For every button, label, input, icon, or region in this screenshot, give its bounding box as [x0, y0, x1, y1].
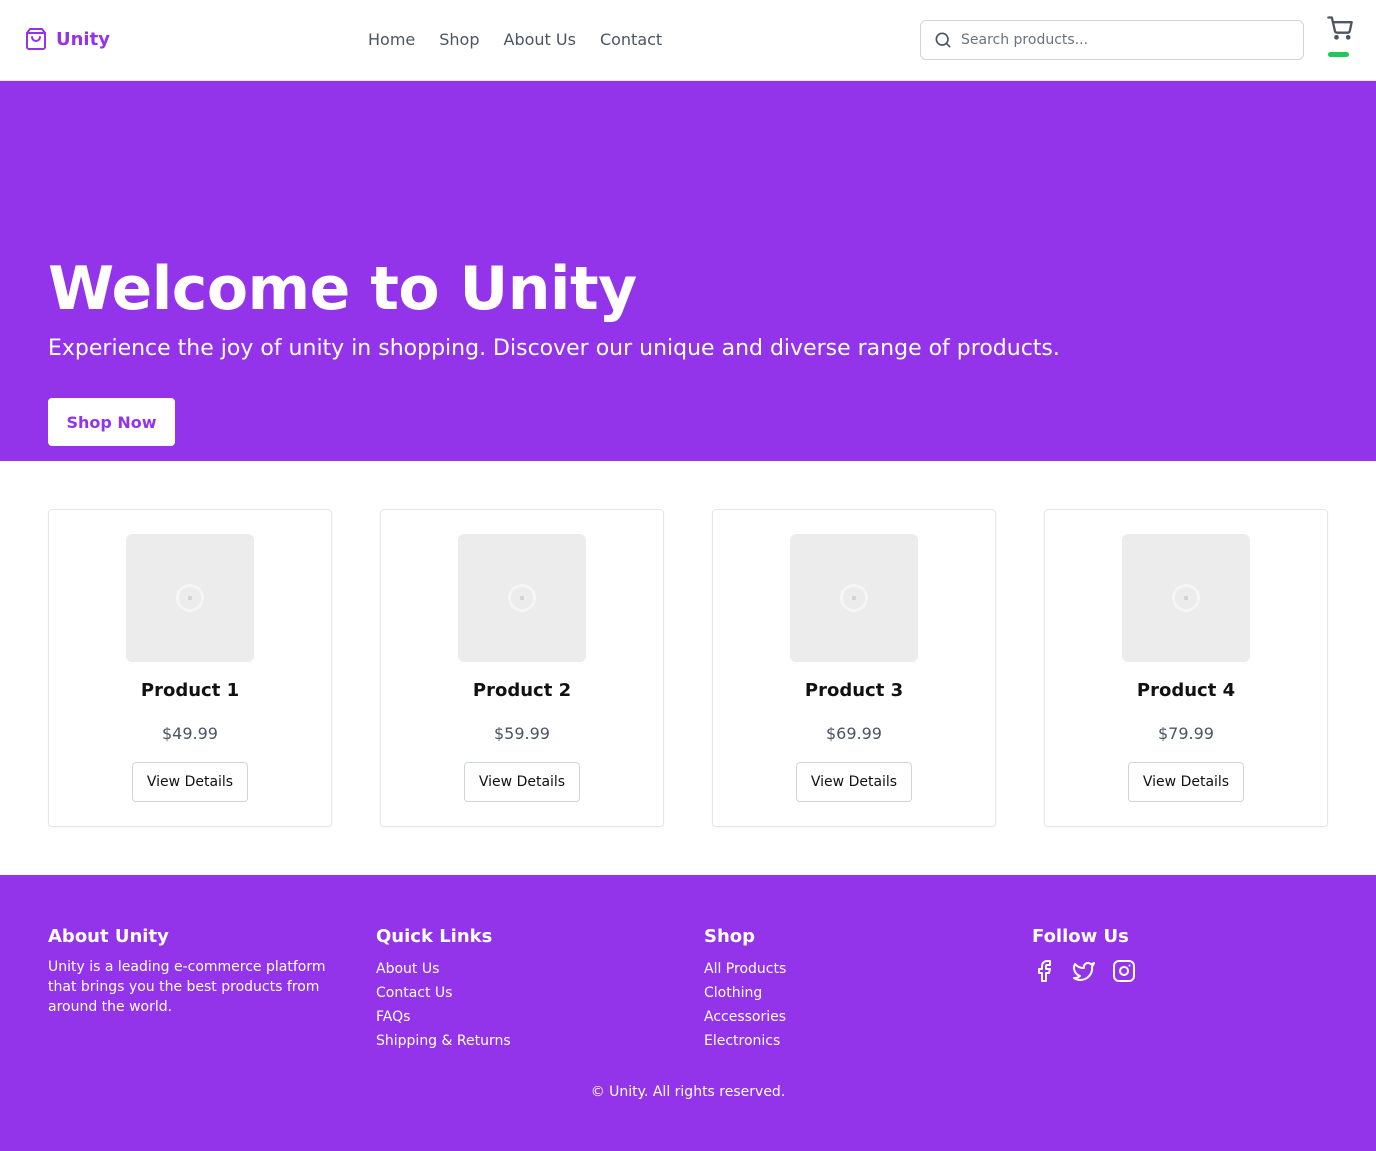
hero-subtitle: Experience the joy of unity in shopping.…	[48, 336, 1060, 361]
product-card: Product 4 $79.99 View Details	[1044, 509, 1328, 827]
shop-now-button[interactable]: Shop Now	[48, 398, 175, 446]
search-box	[920, 20, 1304, 60]
cart-icon	[1327, 16, 1353, 40]
footer-about: About Unity Unity is a leading e-commerc…	[48, 926, 344, 1017]
facebook-icon[interactable]	[1032, 959, 1056, 983]
product-name: Product 1	[140, 680, 240, 701]
product-price: $59.99	[494, 724, 550, 743]
product-image	[1122, 534, 1250, 662]
product-card: Product 2 $59.99 View Details	[380, 509, 664, 827]
view-details-button[interactable]: View Details	[132, 762, 248, 802]
nav-shop[interactable]: Shop	[439, 30, 479, 49]
footer-link-electronics[interactable]: Electronics	[704, 1033, 780, 1049]
search-input[interactable]	[961, 32, 1281, 48]
footer-link-about-us[interactable]: About Us	[376, 961, 439, 977]
brand-logo[interactable]: Unity	[24, 27, 110, 51]
footer-about-text: Unity is a leading e-commerce platform t…	[48, 959, 326, 1015]
footer-shop: Shop All Products Clothing Accessories E…	[704, 926, 786, 1053]
view-details-button[interactable]: View Details	[796, 762, 912, 802]
product-image	[126, 534, 254, 662]
search-icon	[935, 32, 951, 48]
footer-link-faqs[interactable]: FAQs	[376, 1009, 410, 1025]
social-links	[1032, 959, 1136, 983]
product-grid: Product 1 $49.99 View Details Product 2 …	[0, 461, 1376, 875]
loading-icon	[176, 584, 204, 612]
product-card: Product 1 $49.99 View Details	[48, 509, 332, 827]
instagram-icon[interactable]	[1112, 959, 1136, 983]
loading-icon	[1172, 584, 1200, 612]
view-details-button[interactable]: View Details	[1128, 762, 1244, 802]
cart-indicator	[1328, 52, 1349, 57]
product-name: Product 2	[472, 680, 572, 701]
loading-icon	[840, 584, 868, 612]
footer-quick-links-title: Quick Links	[376, 926, 493, 947]
hero-section: Welcome to Unity Experience the joy of u…	[0, 81, 1376, 461]
main-nav: Home Shop About Us Contact	[368, 30, 662, 49]
product-name: Product 3	[804, 680, 904, 701]
footer-follow-title: Follow Us	[1032, 926, 1129, 947]
product-price: $79.99	[1158, 724, 1214, 743]
view-details-button[interactable]: View Details	[464, 762, 580, 802]
site-footer: About Unity Unity is a leading e-commerc…	[0, 875, 1376, 1151]
footer-link-accessories[interactable]: Accessories	[704, 1009, 786, 1025]
product-image	[790, 534, 918, 662]
nav-home[interactable]: Home	[368, 30, 415, 49]
nav-contact[interactable]: Contact	[600, 30, 662, 49]
cart-button[interactable]	[1326, 14, 1354, 42]
product-name: Product 4	[1136, 680, 1236, 701]
footer-shop-title: Shop	[704, 926, 756, 947]
shopping-bag-icon	[26, 28, 46, 50]
footer-follow: Follow Us	[1032, 926, 1136, 983]
loading-icon	[508, 584, 536, 612]
product-price: $69.99	[826, 724, 882, 743]
footer-quick-links: Quick Links About Us Contact Us FAQs Shi…	[376, 926, 511, 1053]
product-price: $49.99	[162, 724, 218, 743]
footer-link-shipping-returns[interactable]: Shipping & Returns	[376, 1033, 511, 1049]
product-image	[458, 534, 586, 662]
footer-link-all-products[interactable]: All Products	[704, 961, 786, 977]
footer-link-contact-us[interactable]: Contact Us	[376, 985, 452, 1001]
brand-name: Unity	[56, 28, 110, 50]
hero-title: Welcome to Unity	[48, 254, 637, 324]
copyright-text: © Unity. All rights reserved.	[590, 1084, 786, 1100]
product-card: Product 3 $69.99 View Details	[712, 509, 996, 827]
footer-about-title: About Unity	[48, 926, 169, 947]
twitter-icon[interactable]	[1072, 959, 1096, 983]
nav-about-us[interactable]: About Us	[504, 30, 576, 49]
site-header: Unity Home Shop About Us Contact	[0, 0, 1376, 81]
footer-link-clothing[interactable]: Clothing	[704, 985, 762, 1001]
